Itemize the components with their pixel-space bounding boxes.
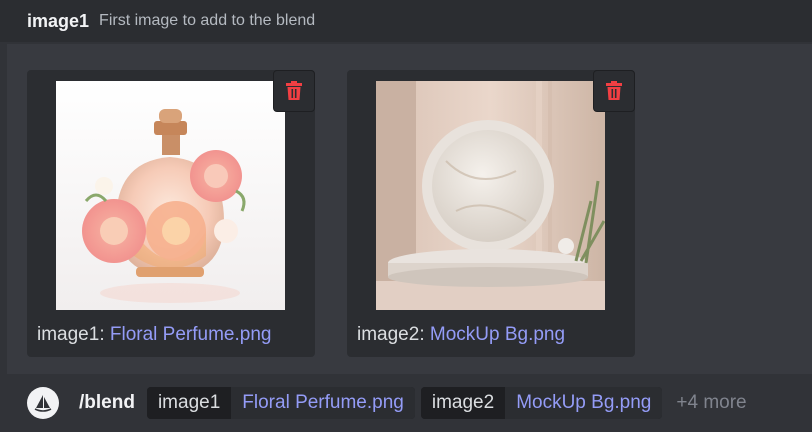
more-options-button[interactable]: +4 more xyxy=(676,392,746,414)
floral-perfume-thumbnail xyxy=(56,81,285,310)
attachment-label-prefix: image1: xyxy=(37,324,110,345)
sailboat-icon xyxy=(27,387,59,419)
param-name: image1 xyxy=(146,387,232,419)
attachment-card-image2: image2: MockUp Bg.png xyxy=(347,70,635,357)
option-name: image1 xyxy=(27,10,90,31)
trash-icon xyxy=(286,81,302,100)
delete-attachment-button[interactable] xyxy=(593,70,635,112)
delete-attachment-button[interactable] xyxy=(273,70,315,112)
attachment-filename-link[interactable]: Floral Perfume.png xyxy=(110,324,272,345)
param-value: MockUp Bg.png xyxy=(505,387,663,419)
option-description: First image to add to the blend xyxy=(99,12,316,29)
attachments-panel: image1: Floral Perfume.png image2: MockU… xyxy=(7,44,812,374)
param-value: Floral Perfume.png xyxy=(231,387,415,419)
attachment-label-prefix: image2: xyxy=(357,324,430,345)
attachment-filename-link[interactable]: MockUp Bg.png xyxy=(430,324,565,345)
trash-icon xyxy=(606,81,622,100)
attachment-card-image1: image1: Floral Perfume.png xyxy=(27,70,315,357)
option-header: image1 First image to add to the blend xyxy=(0,0,812,42)
param-name: image2 xyxy=(420,387,506,419)
slash-command: /blend xyxy=(79,392,135,413)
param-chip-image2[interactable]: image2 MockUp Bg.png xyxy=(420,387,663,419)
mockup-bg-thumbnail xyxy=(376,81,605,310)
command-input-bar[interactable]: /blend image1 Floral Perfume.png image2 … xyxy=(0,374,812,432)
attachment-label: image2: MockUp Bg.png xyxy=(357,324,565,346)
param-chip-image1[interactable]: image1 Floral Perfume.png xyxy=(146,387,415,419)
attachment-label: image1: Floral Perfume.png xyxy=(37,324,271,346)
